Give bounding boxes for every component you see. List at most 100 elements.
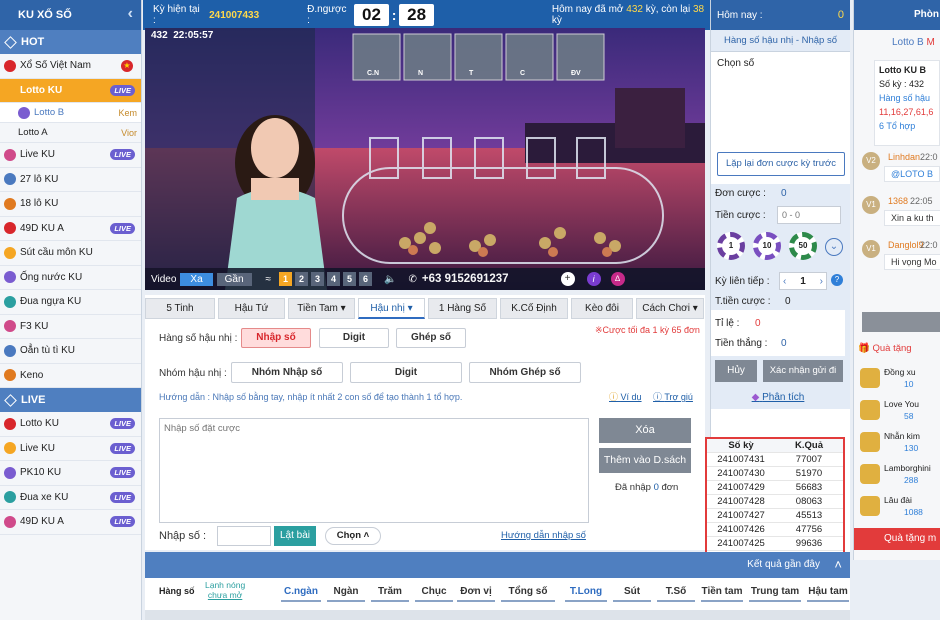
analysis-link[interactable]: ◆ Phân tích <box>711 387 845 409</box>
sidebar-item-hot-11[interactable]: F3 KU <box>0 315 141 339</box>
tab-6[interactable]: Kèo đôi <box>571 298 633 319</box>
result-column-tab[interactable]: Trung tam <box>749 582 801 602</box>
sidebar-item-hot-8[interactable]: Sút cầu môn KU <box>0 241 141 266</box>
sidebar-item-hot-10[interactable]: Đua ngựa KU <box>0 290 141 315</box>
tab-7[interactable]: Cách Chơi ▾ <box>636 298 704 319</box>
sidebar-item-hot-1[interactable]: Lotto KU LIVE <box>0 78 141 103</box>
bet-numbers-textarea[interactable] <box>159 418 589 523</box>
example-link[interactable]: ⓘ Ví dụ <box>609 390 642 403</box>
sidebar-item-hot-6[interactable]: 18 lô KU <box>0 192 141 217</box>
chat-input[interactable] <box>862 312 940 332</box>
chip-50[interactable]: 50 <box>789 232 817 260</box>
hot-cold-tab[interactable]: Lạnh nóng chưa mở <box>205 580 245 600</box>
chat-message: V1 1368 22:05 Xin a ku th <box>854 194 940 236</box>
result-column-tab[interactable]: Hậu tam <box>807 582 849 602</box>
diamond-icon <box>4 393 17 407</box>
recent-results-strip: Kết quả gần đây ˄ Hàng số Lạnh nóng chưa m… <box>145 552 850 620</box>
sidebar-item-live-0[interactable]: Lotto KU LIVE <box>0 412 141 437</box>
sidebar-item-hot-2[interactable]: Lotto B Kem <box>0 103 141 123</box>
result-cell: 08063 <box>795 496 823 507</box>
camera-4-button[interactable]: 4 <box>327 272 341 286</box>
hang-so-tab[interactable]: Hàng số <box>159 586 195 596</box>
input-guide-link[interactable]: Hướng dẫn nhập số <box>501 530 586 541</box>
sidebar-item-hot-12[interactable]: Oẳn tù tì KU <box>0 339 141 364</box>
gift-item[interactable]: Lâu đài 1088 <box>854 492 940 524</box>
consecutive-stepper[interactable]: ‹ 1 › <box>779 272 827 290</box>
sidebar-item-hot-7[interactable]: 49D KU A LIVE <box>0 217 141 241</box>
result-column-tab[interactable]: Sút <box>613 582 651 602</box>
recent-results-header[interactable]: Kết quả gần đây ˄ <box>145 552 850 578</box>
cancel-button[interactable]: Hủy <box>715 360 757 382</box>
camera-1-button[interactable]: 1 <box>279 272 293 286</box>
camera-3-button[interactable]: 3 <box>311 272 325 286</box>
sidebar-item-hot-9[interactable]: Ống nước KU <box>0 266 141 290</box>
confirm-send-button[interactable]: Xác nhận gửi đi <box>763 360 843 382</box>
camera-6-button[interactable]: 6 <box>359 272 373 286</box>
bet-amount-input[interactable] <box>777 206 841 224</box>
chart-icon[interactable]: ∆ <box>610 272 625 286</box>
sidebar-item-live-4[interactable]: 49D KU A LIVE <box>0 510 141 535</box>
live-video[interactable]: 432 22:05:57 C.N N T C ĐV <box>145 28 705 290</box>
nhap-so-button[interactable]: Nhập số <box>241 328 311 348</box>
sidebar-item-live-3[interactable]: Đua xe KU LIVE <box>0 486 141 510</box>
tab-3[interactable]: Hậu nhị ▾ <box>358 298 425 319</box>
chat-room[interactable]: Lotto B M <box>854 30 940 56</box>
add-icon[interactable]: + <box>560 272 575 286</box>
help-icon[interactable]: ? <box>831 274 843 286</box>
chip-10[interactable]: 10 <box>753 232 781 260</box>
horizontal-scrollbar[interactable] <box>145 610 850 620</box>
sidebar-item-live-1[interactable]: Live KU LIVE <box>0 437 141 461</box>
sidebar-item-hot-3[interactable]: Lotto A Vior <box>0 123 141 143</box>
tab-2[interactable]: Tiền Tam ▾ <box>288 298 355 319</box>
sidebar-item-hot-0[interactable]: Xổ Số Việt Nam ★ <box>0 54 141 79</box>
nhom-digit-button[interactable]: Digit <box>350 362 462 383</box>
ghep-so-button[interactable]: Ghép số <box>396 328 466 348</box>
gift-item[interactable]: Đồng xu 10 <box>854 364 940 396</box>
choose-dropdown[interactable]: Chọn ˄ <box>325 527 381 545</box>
sidebar-item-hot-13[interactable]: Keno <box>0 364 141 388</box>
sidebar-item-hot-4[interactable]: Live KU LIVE <box>0 143 141 168</box>
nhom-ghep-so-button[interactable]: Nhóm Ghép số <box>469 362 581 383</box>
result-column-tab[interactable]: T.Long <box>565 582 607 602</box>
camera-2-button[interactable]: 2 <box>295 272 309 286</box>
bet-share-card[interactable]: Lotto KU B Số kỳ : 432 Hàng số hậu 11,16… <box>874 60 940 146</box>
repeat-last-bet-button[interactable]: Lặp lại đơn cược kỳ trước <box>717 152 845 176</box>
gift-item[interactable]: Nhẫn kim 130 <box>854 428 940 460</box>
result-column-tab[interactable]: C.ngàn <box>281 582 321 602</box>
result-column-tab[interactable]: Trăm <box>371 582 409 602</box>
result-column-tab[interactable]: Chục <box>415 582 453 602</box>
tab-0[interactable]: 5 Tinh <box>145 298 215 319</box>
view-near-button[interactable]: Gần <box>216 272 252 286</box>
help-link[interactable]: ⓘ Trợ giú <box>653 390 693 403</box>
chips-dropdown-icon[interactable]: ⌄ <box>825 238 843 256</box>
hot-list: Xổ Số Việt Nam ★ Lotto KU LIVE Lotto B Kem Lot… <box>0 54 141 388</box>
add-to-list-button[interactable]: Thêm vào D.sách <box>599 448 691 473</box>
tab-5[interactable]: K.Cố Định <box>500 298 568 319</box>
view-far-button[interactable]: Xa <box>180 272 213 286</box>
nhom-nhap-so-button[interactable]: Nhóm Nhập số <box>231 362 343 383</box>
gift-footer-button[interactable]: Quà tặng m <box>854 528 940 550</box>
flip-card-button[interactable]: Lật bài <box>274 526 316 546</box>
result-column-tab[interactable]: Tổng số <box>501 582 555 602</box>
recent-results-table: Số kỳ K.Quả 241007431 77007 241007430 51970 2… <box>705 437 845 565</box>
digit-button[interactable]: Digit <box>319 328 389 348</box>
sidebar-item-hot-5[interactable]: 27 lô KU <box>0 168 141 192</box>
result-column-tab[interactable]: T.Số <box>657 582 695 602</box>
gift-image-icon <box>860 400 880 420</box>
gift-item[interactable]: Lamborghini 288 <box>854 460 940 492</box>
result-column-tab[interactable]: Tiền tam <box>701 582 743 602</box>
number-input[interactable] <box>217 526 271 546</box>
tab-1[interactable]: Hậu Tứ <box>218 298 285 319</box>
result-column-tab[interactable]: Đơn vị <box>457 582 495 602</box>
chip-1[interactable]: 1 <box>717 232 745 260</box>
sidebar-header: KU XỔ SỐ ‹ <box>0 0 141 30</box>
result-column-tab[interactable]: Ngàn <box>327 582 365 602</box>
sidebar-item-live-2[interactable]: PK10 KU LIVE <box>0 461 141 486</box>
tab-4[interactable]: 1 Hàng Số <box>428 298 497 319</box>
gift-item[interactable]: Love You 58 <box>854 396 940 428</box>
volume-icon[interactable]: 🔈 <box>384 274 396 285</box>
collapse-chevron-icon[interactable]: ‹ <box>128 5 133 23</box>
camera-5-button[interactable]: 5 <box>343 272 357 286</box>
clear-button[interactable]: Xóa <box>599 418 691 443</box>
info-icon[interactable]: i <box>586 272 601 286</box>
